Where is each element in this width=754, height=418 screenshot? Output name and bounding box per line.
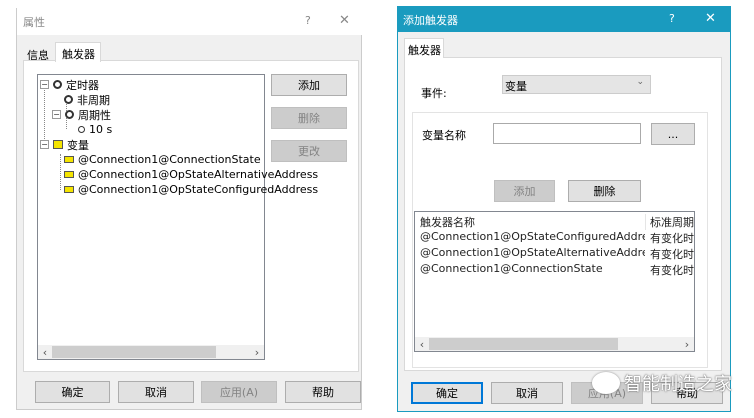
wechat-icon [592, 372, 620, 394]
properties-dialog: 属性 ? ✕ 信息 触发器 − 定时器 非周期 − 周期性 10 s − 变量 @Co… [16, 8, 362, 410]
help-button[interactable]: ? [669, 12, 675, 25]
tree-node-timer[interactable]: − 定时器 [40, 77, 99, 92]
tree-node-variable[interactable]: @Connection1@OpStateConfiguredAddress [64, 182, 318, 197]
variable-icon [64, 186, 74, 193]
variable-name-input[interactable] [493, 123, 641, 144]
scroll-left-icon[interactable]: ‹ [415, 338, 429, 351]
tab-panel: 事件: 变量 ⌄ 变量名称 ... 添加 删除 触发器名称 标准周期 @Conne… [404, 57, 722, 371]
table-header: 触发器名称 标准周期 [420, 214, 694, 230]
tree-node-variable[interactable]: @Connection1@ConnectionState [64, 152, 261, 167]
trigger-tree[interactable]: − 定时器 非周期 − 周期性 10 s − 变量 @Connection1@Conn… [37, 74, 318, 360]
title-bar: 添加触发器 ? ✕ [397, 6, 731, 32]
collapse-icon[interactable]: − [40, 140, 49, 149]
delete-button[interactable]: 删除 [271, 107, 347, 129]
scroll-left-icon[interactable]: ‹ [38, 346, 52, 359]
dialog-title: 添加触发器 [403, 14, 458, 27]
scrollbar-thumb[interactable] [52, 346, 216, 358]
add-button[interactable]: 添加 [271, 74, 347, 96]
close-icon[interactable]: ✕ [705, 11, 716, 26]
clock-icon [65, 110, 74, 119]
help-footer-button[interactable]: 帮助 [285, 381, 361, 403]
tab-triggers[interactable]: 触发器 [404, 38, 444, 58]
table-row[interactable]: @Connection1@ConnectionState 有变化时 [420, 262, 694, 278]
event-label: 事件: [421, 87, 447, 100]
dialog-title: 属性 [23, 16, 45, 29]
cancel-button[interactable]: 取消 [491, 382, 563, 404]
scroll-right-icon[interactable]: › [250, 346, 264, 359]
scroll-right-icon[interactable]: › [680, 338, 694, 351]
tab-info[interactable]: 信息 [23, 45, 55, 62]
apply-button[interactable]: 应用(A) [201, 381, 277, 403]
scrollbar-thumb[interactable] [429, 338, 618, 350]
table-row[interactable]: @Connection1@OpStateAlternativeAddress 有变… [420, 246, 694, 262]
tree-node-variables[interactable]: − 变量 [40, 137, 89, 152]
collapse-icon[interactable]: − [52, 110, 61, 119]
variable-name-label: 变量名称 [422, 129, 466, 142]
add-button[interactable]: 添加 [494, 180, 555, 202]
title-bar: 属性 ? ✕ [17, 8, 362, 35]
tree-node-periodic[interactable]: − 周期性 [52, 107, 111, 122]
ok-button[interactable]: 确定 [35, 381, 110, 403]
cancel-button[interactable]: 取消 [118, 381, 194, 403]
variable-group: 变量名称 ... 添加 删除 触发器名称 标准周期 @Connection1@Op… [412, 112, 708, 368]
delete-button[interactable]: 删除 [568, 180, 641, 202]
clock-icon [53, 80, 62, 89]
clock-icon [64, 95, 73, 104]
change-button[interactable]: 更改 [271, 140, 347, 162]
chevron-down-icon: ⌄ [636, 77, 644, 87]
clock-icon [78, 126, 85, 133]
table-row[interactable]: @Connection1@OpStateConfiguredAddress 有变化… [420, 230, 694, 246]
folder-icon [53, 140, 63, 149]
tree-node-period-value[interactable]: 10 s [78, 122, 112, 137]
tab-triggers[interactable]: 触发器 [55, 42, 101, 62]
help-button[interactable]: ? [305, 14, 311, 27]
close-icon[interactable]: ✕ [339, 13, 350, 28]
event-select[interactable]: 变量 ⌄ [502, 75, 651, 94]
variable-icon [64, 171, 74, 178]
horizontal-scrollbar[interactable]: ‹ › [38, 345, 264, 359]
horizontal-scrollbar[interactable]: ‹ › [415, 337, 694, 351]
collapse-icon[interactable]: − [40, 80, 49, 89]
browse-button[interactable]: ... [651, 123, 695, 145]
add-trigger-dialog: 添加触发器 ? ✕ 触发器 事件: 变量 ⌄ 变量名称 ... 添加 删除 触发… [397, 6, 731, 412]
trigger-table[interactable]: 触发器名称 标准周期 @Connection1@OpStateConfigured… [414, 211, 695, 352]
tree-node-nonperiodic[interactable]: 非周期 [64, 92, 110, 107]
variable-icon [64, 156, 74, 163]
ok-button[interactable]: 确定 [411, 382, 483, 404]
watermark: 智能制造之家 [592, 370, 732, 396]
tree-node-variable[interactable]: @Connection1@OpStateAlternativeAddress [64, 167, 318, 182]
